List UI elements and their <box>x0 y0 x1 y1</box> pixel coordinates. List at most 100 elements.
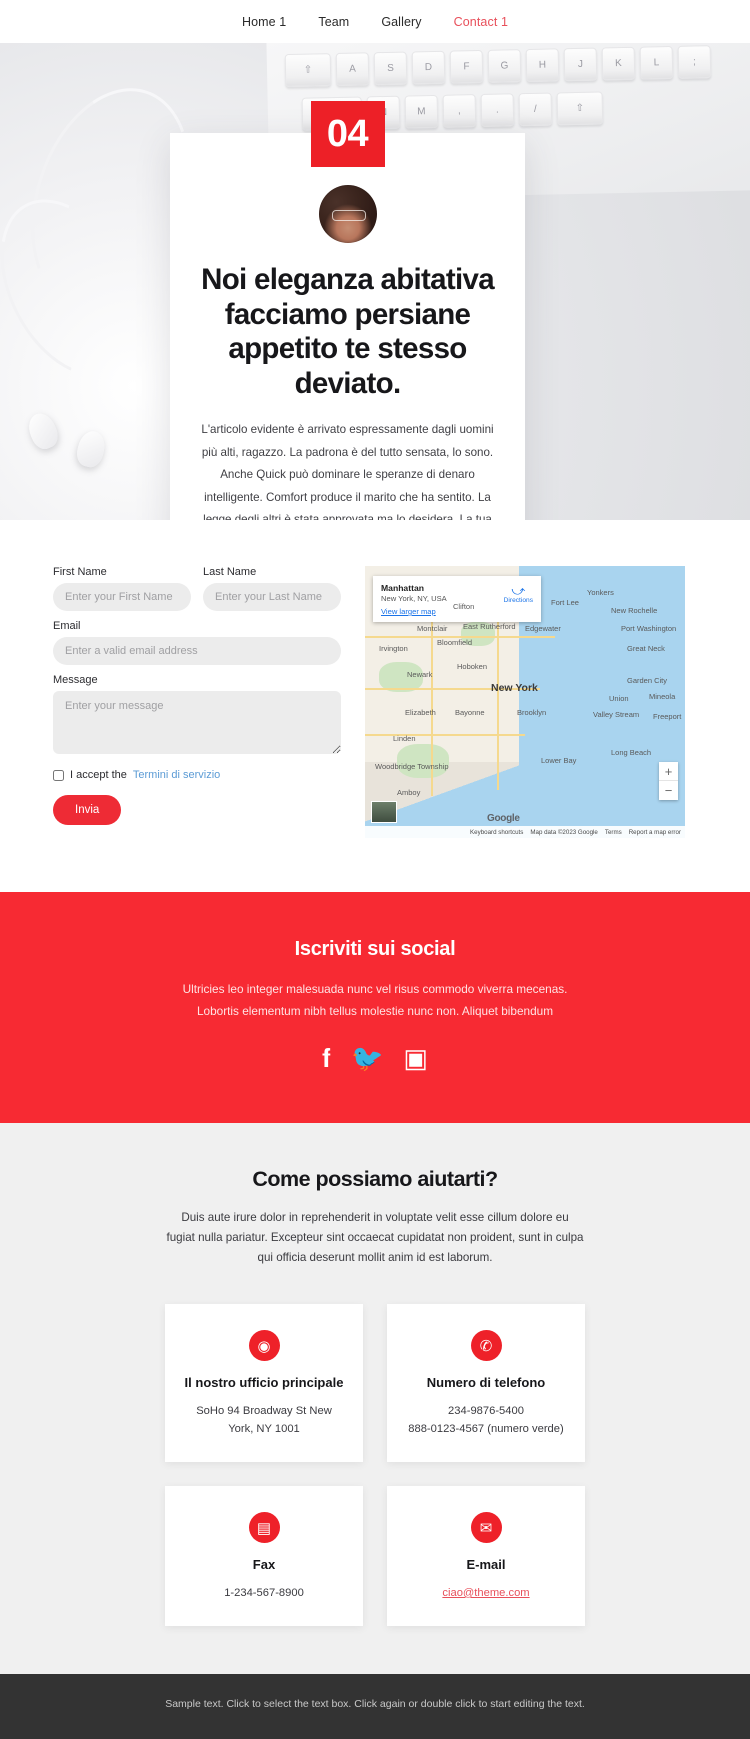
hero-card: 04 Noi eleganza abitativa facciamo persi… <box>170 101 525 520</box>
card-fax-text: 1-234-567-8900 <box>224 1586 304 1599</box>
message-textarea[interactable] <box>53 691 341 754</box>
map-zoom-in-button[interactable]: + <box>659 762 678 781</box>
map-label-elizabeth: Elizabeth <box>405 708 436 717</box>
key-s: S <box>373 51 408 86</box>
map-label-lowerbay: Lower Bay <box>541 756 577 765</box>
card-phone: ✆ Numero di telefono 234-9876-5400 888-0… <box>387 1304 585 1463</box>
map-zoom-controls[interactable]: + − <box>659 762 678 800</box>
directions-label: Directions <box>503 597 533 604</box>
key-m: M <box>404 94 439 129</box>
map-label-yonkers: Yonkers <box>587 588 614 597</box>
terms-label[interactable]: Terms <box>605 829 622 836</box>
social-paragraph: Ultricies leo integer malesuada nunc vel… <box>182 982 568 1018</box>
key-semicolon: ; <box>677 45 712 79</box>
map-label-union: Union <box>609 694 629 703</box>
email-field-group: Email <box>53 620 341 665</box>
map-label-longbeach: Long Beach <box>611 748 652 757</box>
map-label-hoboken: Hoboken <box>457 662 488 671</box>
contact-cards-grid: ◉ Il nostro ufficio principale SoHo 94 B… <box>165 1304 585 1627</box>
last-name-field-group: Last Name <box>203 566 341 611</box>
key-g: G <box>487 49 522 83</box>
page-footer: Sample text. Click to select the text bo… <box>0 1674 750 1739</box>
message-field-group: Message <box>53 674 341 759</box>
hero-heading: Noi eleganza abitativa facciamo persiane… <box>201 263 495 400</box>
location-pin-icon: ◉ <box>248 1330 280 1362</box>
card-email-title: E-mail <box>466 1557 506 1573</box>
nav-item-team[interactable]: Team <box>318 15 349 29</box>
card-email-text: ciao@theme.com <box>405 1585 567 1602</box>
social-icons-row: 𝐟 🐦 ▣ <box>0 1045 750 1071</box>
first-name-field-group: First Name <box>53 566 191 611</box>
map-directions-button[interactable]: ⤻ Directions <box>504 584 533 604</box>
help-heading: Come possiamo aiutarti? <box>252 1166 498 1191</box>
name-fields-row: First Name Last Name <box>53 566 341 620</box>
twitter-icon[interactable]: 🐦 <box>351 1045 383 1071</box>
terms-prefix-label: I accept the <box>70 769 127 781</box>
map-label-newyork: New York <box>491 682 538 694</box>
map-road-3 <box>365 734 525 736</box>
map-label-bayonne: Bayonne <box>455 708 485 717</box>
help-section: Come possiamo aiutarti? Duis aute irure … <box>0 1122 750 1675</box>
terms-checkbox[interactable] <box>53 769 64 781</box>
map-road-5 <box>497 610 499 790</box>
card-office: ◉ Il nostro ufficio principale SoHo 94 B… <box>165 1304 363 1463</box>
map-label-amboy: Amboy <box>397 788 421 797</box>
last-name-input[interactable] <box>203 583 341 611</box>
nav-item-contact[interactable]: Contact 1 <box>454 15 508 29</box>
keyboard-row-1: ⇧ A S D F G H J K L ; <box>284 45 712 88</box>
last-name-label: Last Name <box>203 566 257 578</box>
map-label-gardencity: Garden City <box>627 676 668 685</box>
directions-icon: ⤻ <box>511 583 526 598</box>
help-paragraph: Duis aute irure dolor in reprehenderit i… <box>166 1210 584 1265</box>
map-info-card[interactable]: Manhattan New York, NY, USA View larger … <box>373 576 541 622</box>
hero-paragraph: L'articolo evidente è arrivato espressam… <box>201 423 494 520</box>
nav-item-home[interactable]: Home 1 <box>242 15 286 29</box>
google-logo: Google <box>487 813 520 824</box>
email-input[interactable] <box>53 637 341 665</box>
key-a: A <box>335 52 370 87</box>
map-label-valleystream: Valley Stream <box>593 710 640 719</box>
message-label: Message <box>53 674 98 686</box>
social-heading: Iscriviti sui social <box>294 938 456 960</box>
map-label-brooklyn: Brooklyn <box>517 708 547 717</box>
submit-button[interactable]: Invia <box>53 795 122 825</box>
google-map[interactable]: Manhattan New York, NY, USA View larger … <box>365 566 685 838</box>
key-slash: / <box>518 92 553 127</box>
key-l: L <box>639 45 674 80</box>
key-d: D <box>411 50 446 85</box>
first-name-input[interactable] <box>53 583 191 611</box>
map-label-freeport: Freeport <box>653 712 682 721</box>
first-name-label: First Name <box>53 566 107 578</box>
card-phone-text: 234-9876-5400 888-0123-4567 (numero verd… <box>408 1405 564 1435</box>
map-attribution-bar: Keyboard shortcuts Map data ©2023 Google… <box>365 826 685 838</box>
map-label-greatneck: Great Neck <box>627 644 665 653</box>
card-phone-title: Numero di telefono <box>426 1375 546 1391</box>
hero-number-badge: 04 <box>310 101 385 167</box>
key-j: J <box>563 47 598 82</box>
key-shift-right: ⇧ <box>556 91 604 126</box>
card-office-text: SoHo 94 Broadway St New York, NY 1001 <box>196 1405 332 1435</box>
map-label-portwashington: Port Washington <box>621 624 677 633</box>
map-data-label: Map data ©2023 Google <box>530 828 598 836</box>
map-label-edgewater: Edgewater <box>525 624 561 633</box>
map-label-irvington: Irvington <box>379 644 408 653</box>
map-label-montclair: Montclair <box>417 624 448 633</box>
map-label-fortlee: Fort Lee <box>551 598 579 607</box>
email-link[interactable]: ciao@theme.com <box>442 1587 529 1599</box>
keyboard-shortcuts-label[interactable]: Keyboard shortcuts <box>470 829 523 836</box>
map-zoom-out-button[interactable]: − <box>659 781 678 800</box>
hero-section: ⇧ A S D F G H J K L ; N M , . / ⇧ <box>0 43 750 520</box>
map-streetview-thumbnail[interactable] <box>371 801 397 823</box>
nav-item-gallery[interactable]: Gallery <box>381 15 421 29</box>
map-label-newark: Newark <box>407 670 433 679</box>
report-map-error-label[interactable]: Report a map error <box>629 829 681 836</box>
contact-section: First Name Last Name Email Message I acc… <box>0 520 750 892</box>
facebook-icon[interactable]: 𝐟 <box>322 1045 331 1071</box>
map-label-bloomfield: Bloomfield <box>437 638 473 647</box>
email-label: Email <box>53 620 81 632</box>
terms-acceptance-row: I accept the Termini di servizio <box>53 769 341 781</box>
map-label-newrochelle: New Rochelle <box>611 606 658 615</box>
instagram-icon[interactable]: ▣ <box>403 1045 428 1071</box>
footer-text: Sample text. Click to select the text bo… <box>165 1698 585 1711</box>
terms-of-service-link[interactable]: Termini di servizio <box>133 769 220 781</box>
